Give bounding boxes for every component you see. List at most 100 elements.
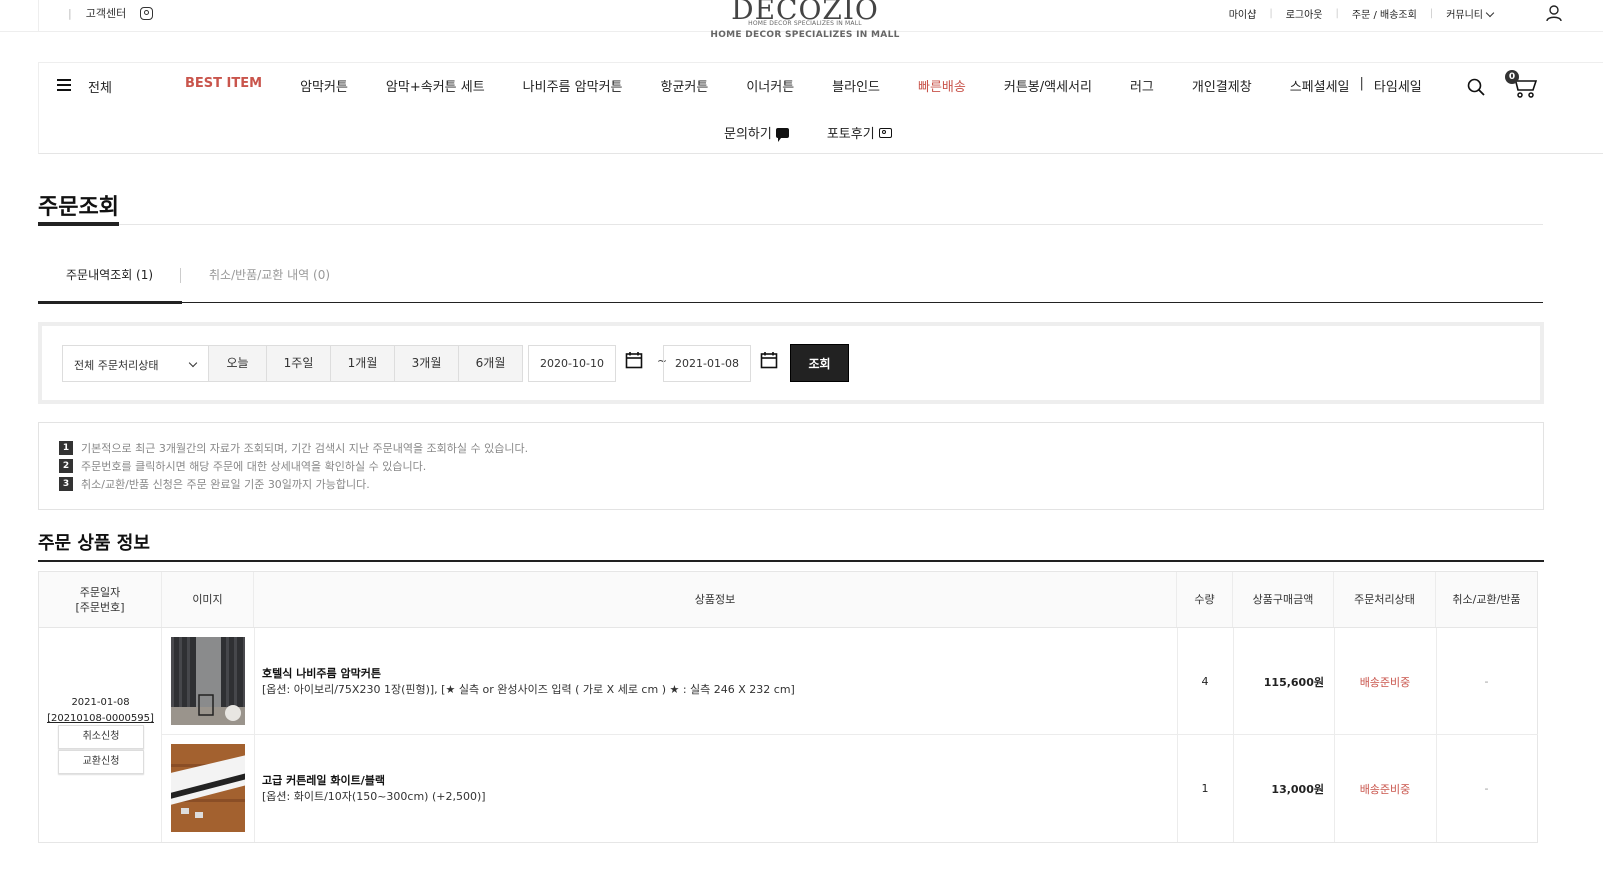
nav-item-fast-delivery[interactable]: 빠른배송 <box>918 76 966 95</box>
divider <box>38 224 1543 225</box>
order-status: 배송준비중 <box>1359 782 1411 796</box>
secondary-menu: 문의하기 포토후기 <box>724 123 892 142</box>
order-status: 배송준비중 <box>1359 675 1411 689</box>
cancel-exchange-status: - <box>1484 782 1489 795</box>
main-navigation: 전체 BEST ITEM 암막커튼 암막+속커튼 세트 나비주름 암막커튼 항균… <box>38 62 1603 154</box>
nav-item-rug[interactable]: 러그 <box>1130 76 1154 95</box>
customer-center-link[interactable]: 고객센터 <box>86 5 126 21</box>
cart-count-badge: 0 <box>1505 70 1519 84</box>
date-from-input[interactable]: 2020-10-10 <box>528 345 616 382</box>
top-right-links: 마이샵 | 로그아웃 | 주문 / 배송조회 | 커뮤니티 <box>1229 6 1495 21</box>
all-categories-link[interactable]: 전체 <box>88 77 112 96</box>
header-action: 취소/교환/반품 <box>1452 593 1521 606</box>
cancel-request-button[interactable]: 취소신청 <box>58 725 144 749</box>
product-option: [옵션: 화이트/10자(150~300cm) (+2,500)] <box>262 789 486 803</box>
date-to-input[interactable]: 2021-01-08 <box>663 345 751 382</box>
note-text: 기본적으로 최근 3개월간의 자료가 조회되며, 기간 검색시 지난 주문내역을… <box>81 442 529 455</box>
product-name-link[interactable]: 고급 커튼레일 화이트/블랙 <box>262 773 486 789</box>
divider: | <box>68 6 72 20</box>
product-name-link[interactable]: 호텔식 나비주름 암막커튼 <box>262 666 795 682</box>
chevron-down-icon <box>1485 8 1495 18</box>
header-label: 주문일자 <box>79 585 121 599</box>
note-number: 3 <box>59 477 73 491</box>
header-product-info: 상품정보 <box>254 572 1177 627</box>
query-button[interactable]: 조회 <box>790 344 849 382</box>
header-image: 이미지 <box>162 572 254 627</box>
order-status-value: 전체 주문처리상태 <box>74 359 159 372</box>
exchange-request-button[interactable]: 교환신청 <box>58 750 144 774</box>
divider <box>180 268 181 283</box>
site-logo[interactable]: DECOZIO HOME DECOR SPECIALIZES IN MALL H… <box>700 0 910 40</box>
calendar-icon[interactable] <box>625 351 643 369</box>
product-info: 고급 커튼레일 화이트/블랙 [옵션: 화이트/10자(150~300cm) (… <box>262 735 486 842</box>
instagram-icon[interactable] <box>140 6 154 20</box>
divider: | <box>1359 76 1364 91</box>
order-date-cell: 2021-01-08 [20210108-0000595] 취소신청 교환신청 <box>39 628 162 842</box>
period-1month-button[interactable]: 1개월 <box>331 345 395 382</box>
hamburger-menu-icon[interactable] <box>57 79 71 91</box>
nav-item-blackout[interactable]: 암막커튼 <box>300 76 348 95</box>
nav-item-best[interactable]: BEST ITEM <box>185 76 262 95</box>
tab-order-history[interactable]: 주문내역조회 (1) <box>66 266 153 283</box>
nav-item-personal-payment[interactable]: 개인결제창 <box>1192 76 1252 95</box>
period-1week-button[interactable]: 1주일 <box>267 345 331 382</box>
order-date: 2021-01-08 <box>71 697 130 708</box>
nav-item-special-sale[interactable]: 스페셜세일 <box>1290 76 1350 95</box>
product-option: [옵션: 아이보리/75X230 1장(핀형)], [★ 실측 or 완성사이즈… <box>262 682 795 696</box>
inquiry-link[interactable]: 문의하기 <box>724 123 789 142</box>
info-notes: 1 기본적으로 최근 3개월간의 자료가 조회되며, 기간 검색시 지난 주문내역… <box>38 422 1544 510</box>
nav-item-antibacterial[interactable]: 항균커튼 <box>660 76 708 95</box>
note-number: 1 <box>59 441 73 455</box>
product-image-curtain[interactable] <box>171 637 245 725</box>
photo-review-link[interactable]: 포토후기 <box>827 123 892 142</box>
user-icon[interactable] <box>1545 4 1563 22</box>
header-amount: 상품구매금액 <box>1233 572 1334 627</box>
product-quantity: 4 <box>1201 675 1209 688</box>
note-number: 2 <box>59 459 73 473</box>
nav-item-inner[interactable]: 이너커튼 <box>746 76 794 95</box>
nav-item-time-sale[interactable]: 타임세일 <box>1374 76 1422 95</box>
nav-item-blind[interactable]: 블라인드 <box>832 76 880 95</box>
cancel-exchange-status: - <box>1484 675 1489 688</box>
speech-bubble-icon <box>775 127 789 142</box>
period-6month-button[interactable]: 6개월 <box>459 345 523 382</box>
order-status-select[interactable]: 전체 주문처리상태 <box>62 345 209 382</box>
calendar-icon[interactable] <box>760 351 778 369</box>
community-label: 커뮤니티 <box>1446 10 1483 21</box>
photo-review-label: 포토후기 <box>826 127 875 142</box>
search-icon[interactable] <box>1467 78 1485 96</box>
community-dropdown[interactable]: 커뮤니티 <box>1446 6 1495 21</box>
nav-item-pinch-pleat[interactable]: 나비주름 암막커튼 <box>523 76 623 95</box>
nav-item-set[interactable]: 암막+속커튼 세트 <box>386 76 485 95</box>
product-price: 13,000원 <box>1271 782 1324 796</box>
period-today-button[interactable]: 오늘 <box>209 345 267 382</box>
table-row: 고급 커튼레일 화이트/블랙 [옵션: 화이트/10자(150~300cm) (… <box>162 735 1538 842</box>
product-quantity: 1 <box>1201 782 1209 795</box>
nav-item-accessories[interactable]: 커튼봉/액세서리 <box>1004 76 1092 95</box>
inquiry-label: 문의하기 <box>724 127 772 142</box>
logout-link[interactable]: 로그아웃 <box>1286 6 1323 21</box>
note-text: 주문번호를 클릭하시면 해당 주문에 대한 상세내역을 확인하실 수 있습니다. <box>81 460 427 473</box>
page-title: 주문조회 <box>38 195 119 220</box>
camera-icon <box>878 127 892 138</box>
note-item: 1 기본적으로 최근 3개월간의 자료가 조회되며, 기간 검색시 지난 주문내역… <box>59 439 1543 457</box>
period-3month-button[interactable]: 3개월 <box>395 345 459 382</box>
note-item: 2 주문번호를 클릭하시면 해당 주문에 대한 상세내역을 확인하실 수 있습니다… <box>59 457 1543 475</box>
tab-cancel-return-history[interactable]: 취소/반품/교환 내역 (0) <box>209 266 330 283</box>
divider <box>38 560 1544 562</box>
logo-tagline-large: HOME DECOR SPECIALIZES IN MALL <box>710 30 900 40</box>
header-label: [주문번호] <box>75 600 125 614</box>
header-order-date: 주문일자 [주문번호] <box>39 572 162 627</box>
myshop-link[interactable]: 마이샵 <box>1229 6 1257 21</box>
product-price: 115,600원 <box>1263 675 1324 689</box>
category-menu: BEST ITEM 암막커튼 암막+속커튼 세트 나비주름 암막커튼 항균커튼 … <box>185 76 1422 95</box>
order-date-block: 2021-01-08 [20210108-0000595] <box>39 695 162 727</box>
top-left-links: | 고객센터 <box>68 5 154 21</box>
header-quantity: 수량 <box>1177 572 1233 627</box>
title-underline <box>38 222 119 226</box>
table-row: 호텔식 나비주름 암막커튼 [옵션: 아이보리/75X230 1장(핀형)], … <box>162 628 1538 735</box>
product-image-curtain-rail[interactable] <box>171 744 245 832</box>
order-tracking-link[interactable]: 주문 / 배송조회 <box>1352 6 1417 21</box>
order-search-panel: 전체 주문처리상태 오늘 1주일 1개월 3개월 6개월 2020-10-10 … <box>38 322 1544 404</box>
product-info: 호텔식 나비주름 암막커튼 [옵션: 아이보리/75X230 1장(핀형)], … <box>262 628 795 735</box>
